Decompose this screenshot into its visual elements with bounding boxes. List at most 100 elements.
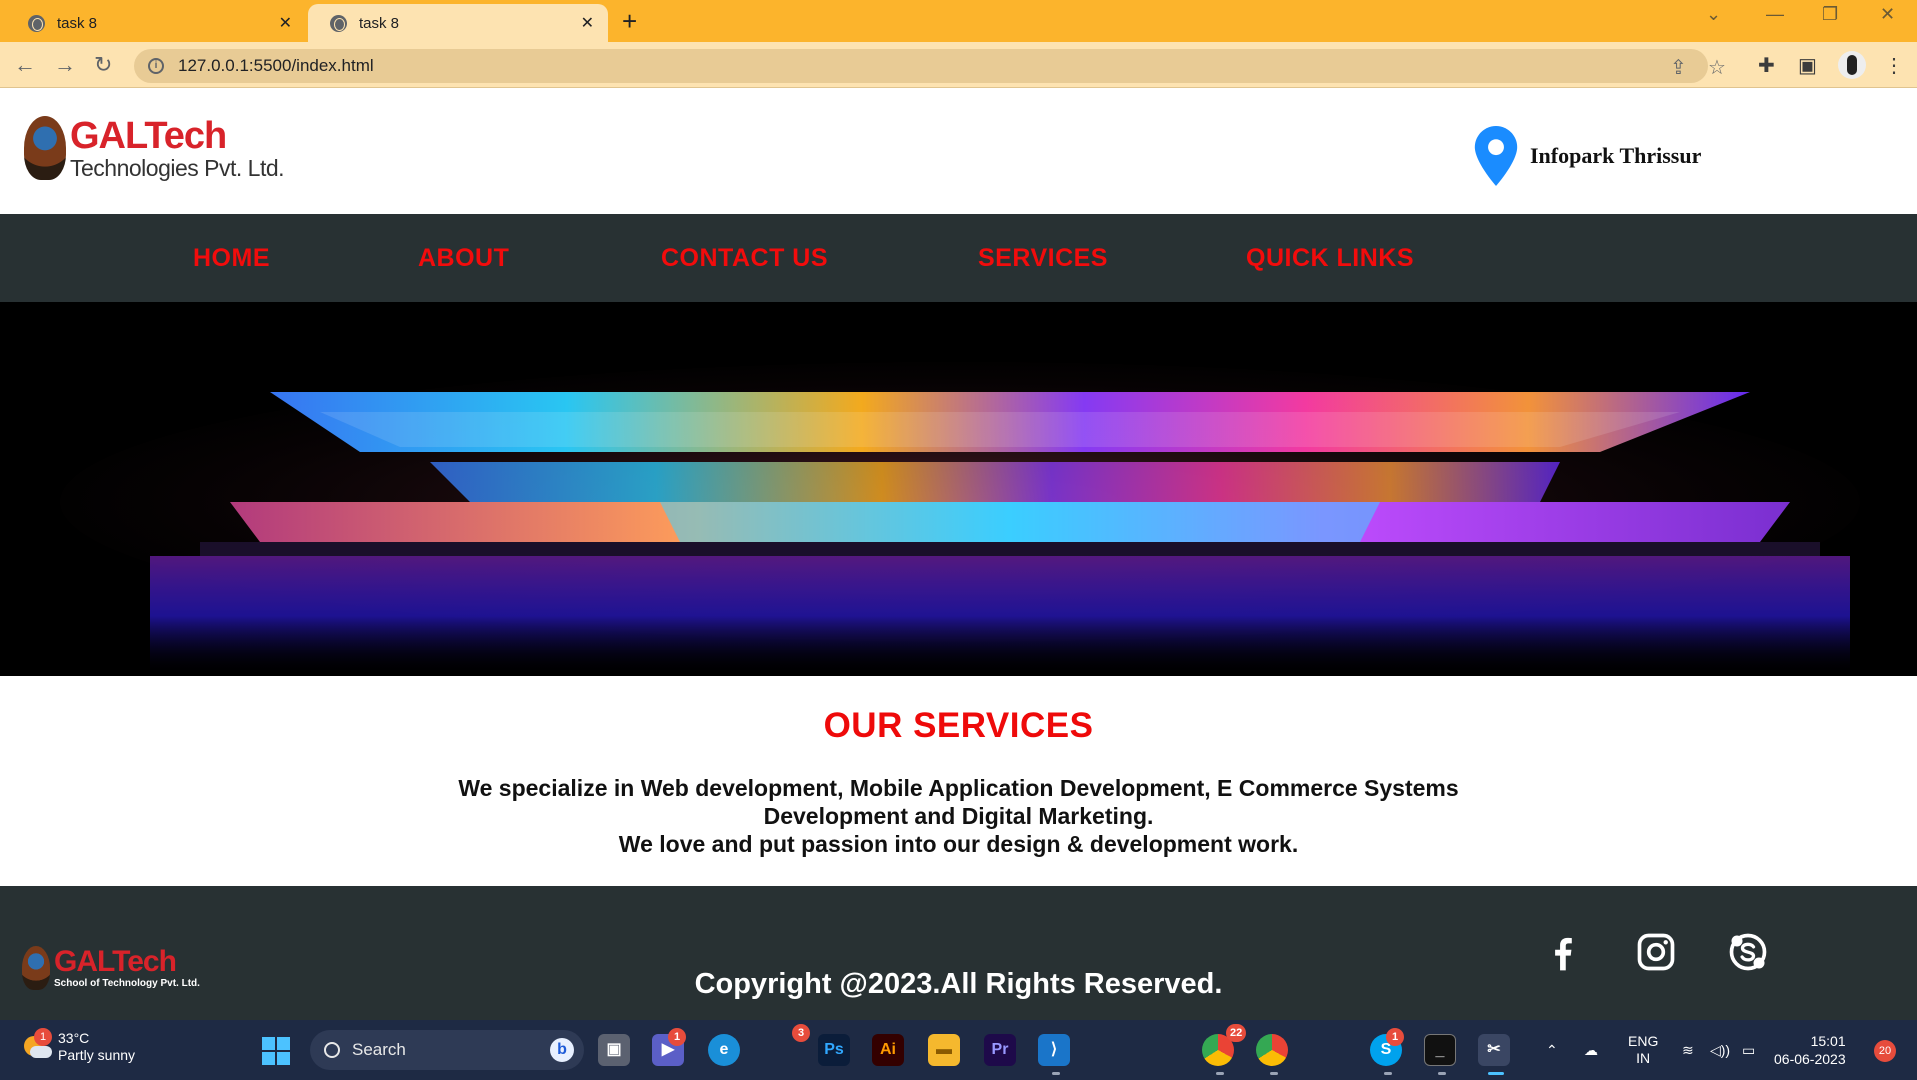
tab-search-chevron-icon[interactable]: ⌄ [1706, 4, 1721, 25]
task-view-icon[interactable]: ▣ [598, 1034, 630, 1066]
hero-laptop-image [0, 302, 1917, 676]
main-nav: HOME ABOUT CONTACT US SERVICES QUICK LIN… [0, 214, 1917, 302]
search-icon [324, 1042, 340, 1058]
premiere-label: Pr [991, 1041, 1009, 1058]
running-indicator [1438, 1072, 1446, 1075]
more-menu-icon[interactable]: ⋮ [1884, 53, 1904, 78]
new-tab-button[interactable]: + [622, 6, 637, 37]
chrome-badge: 22 [1226, 1024, 1247, 1042]
illustrator-label: Ai [880, 1041, 896, 1058]
instagram-icon[interactable] [1634, 930, 1678, 974]
edge-icon[interactable]: e [708, 1034, 740, 1066]
location-text: Infopark Thrissur [1530, 143, 1702, 168]
nav-about[interactable]: ABOUT [418, 244, 509, 273]
running-indicator [1052, 1072, 1060, 1075]
clock-time: 15:01 [1810, 1033, 1846, 1049]
site-info-icon[interactable]: i [148, 58, 164, 74]
language-code: ENG [1628, 1033, 1659, 1049]
weather-temperature: 33°C [58, 1030, 90, 1046]
photoshop-icon[interactable]: Ps 3 [792, 1024, 850, 1066]
active-app-indicator [1488, 1072, 1504, 1075]
volume-icon[interactable]: ◁)) [1710, 1020, 1730, 1080]
site-header: GALTech Technologies Pvt. Ltd. Infopark … [0, 88, 1917, 214]
skype-icon[interactable] [1726, 930, 1770, 974]
os-taskbar: 1 33°C Partly sunny Search b ▣ ▶ 1 e Ps … [0, 1020, 1917, 1080]
illustrator-icon[interactable]: Ai [872, 1034, 904, 1066]
logo-subtitle: Technologies Pvt. Ltd. [70, 154, 285, 181]
address-bar[interactable]: i 127.0.0.1:5500/index.html ⇪ ☆ [134, 49, 1726, 83]
windows-start-icon[interactable] [262, 1037, 290, 1065]
share-icon[interactable]: ⇪ [1670, 55, 1687, 80]
services-description-line: We love and put passion into our design … [618, 831, 1299, 857]
company-logo[interactable]: GALTech Technologies Pvt. Ltd. [24, 114, 285, 181]
chrome-profile-icon[interactable]: 22 [1226, 1024, 1288, 1066]
bookmark-star-icon[interactable]: ☆ [1708, 55, 1726, 80]
extensions-icon[interactable]: ✚ [1758, 53, 1775, 78]
snipping-tool-icon[interactable]: ✂ [1478, 1034, 1510, 1066]
services-section: OUR SERVICES We specialize in Web develo… [0, 676, 1917, 886]
bing-icon[interactable]: b [550, 1038, 574, 1062]
taskbar-search[interactable]: Search b [310, 1030, 584, 1070]
services-description-line: We specialize in Web development, Mobile… [458, 775, 1459, 829]
weather-widget[interactable]: 1 33°C Partly sunny [20, 1028, 136, 1064]
reload-button[interactable]: ↻ [94, 52, 112, 78]
copyright-text: Copyright @2023.All Rights Reserved. [694, 968, 1223, 1000]
profile-avatar[interactable] [1838, 51, 1866, 79]
skype-badge: 1 [1386, 1028, 1404, 1046]
hero-banner [0, 302, 1917, 676]
browser-tab-bar: task 8 ✕ task 8 ✕ + ⌄ — ❐ ✕ [0, 0, 1917, 42]
language-indicator[interactable]: ENG IN [1628, 1020, 1658, 1080]
url-text: 127.0.0.1:5500/index.html [178, 56, 374, 75]
forward-button[interactable]: → [54, 52, 76, 78]
minimize-button[interactable]: — [1766, 4, 1784, 25]
facebook-icon[interactable] [1541, 930, 1585, 974]
tab-title: task 8 [57, 14, 98, 32]
browser-tab[interactable]: task 8 ✕ [6, 4, 306, 42]
location-info: Infopark Thrissur [1474, 126, 1701, 186]
services-description: We specialize in Web development, Mobile… [439, 774, 1479, 858]
onedrive-cloud-icon[interactable]: ☁ [1584, 1020, 1598, 1080]
region-code: IN [1636, 1050, 1651, 1066]
browser-toolbar: ← → ↻ i 127.0.0.1:5500/index.html ⇪ ☆ ✚ … [0, 42, 1917, 88]
restore-button[interactable]: ❐ [1822, 4, 1838, 25]
side-panel-icon[interactable]: ▣ [1798, 53, 1817, 78]
notification-badge[interactable]: 20 [1874, 1040, 1896, 1062]
premiere-icon[interactable]: Pr [984, 1034, 1016, 1066]
running-indicator [1270, 1072, 1278, 1075]
nav-contact-us[interactable]: CONTACT US [661, 244, 828, 273]
nav-quick-links[interactable]: QUICK LINKS [1246, 244, 1414, 273]
nav-home[interactable]: HOME [193, 244, 270, 273]
partly-sunny-icon: 1 [20, 1028, 52, 1062]
globe-icon [28, 14, 45, 32]
tray-overflow-icon[interactable]: ⌃ [1546, 1020, 1558, 1080]
browser-tab-active[interactable]: task 8 ✕ [308, 4, 608, 42]
battery-icon[interactable]: ▭ [1742, 1020, 1755, 1080]
close-icon[interactable]: ✕ [581, 13, 594, 33]
weather-badge: 1 [34, 1028, 52, 1046]
running-indicator [1216, 1072, 1224, 1075]
terminal-icon[interactable]: _ [1424, 1034, 1456, 1066]
photoshop-label: Ps [824, 1041, 844, 1058]
weather-description: Partly sunny [58, 1047, 136, 1063]
system-clock[interactable]: 15:01 06-06-2023 [1774, 1032, 1846, 1068]
teams-icon[interactable]: ▶ 1 [652, 1028, 686, 1066]
back-button[interactable]: ← [14, 52, 36, 78]
wifi-icon[interactable]: ≋ [1682, 1020, 1694, 1080]
nav-services[interactable]: SERVICES [978, 244, 1108, 273]
running-indicator [1384, 1072, 1392, 1075]
close-icon[interactable]: ✕ [279, 13, 292, 33]
close-window-button[interactable]: ✕ [1880, 4, 1895, 25]
file-explorer-icon[interactable]: ▬ [928, 1034, 960, 1066]
skype-taskbar-icon[interactable]: S 1 [1370, 1028, 1404, 1066]
photoshop-badge: 3 [792, 1024, 810, 1042]
vscode-icon[interactable]: ⟩ [1038, 1034, 1070, 1066]
site-footer: GALTech School of Technology Pvt. Ltd. C… [0, 886, 1917, 1020]
search-placeholder: Search [352, 1040, 406, 1059]
globe-icon [330, 14, 347, 32]
tab-title: task 8 [359, 14, 400, 32]
services-title: OUR SERVICES [823, 706, 1094, 745]
teams-badge: 1 [668, 1028, 686, 1046]
location-pin-icon [1474, 126, 1518, 186]
logo-title: GALTech [70, 114, 227, 157]
clock-date: 06-06-2023 [1774, 1051, 1846, 1067]
